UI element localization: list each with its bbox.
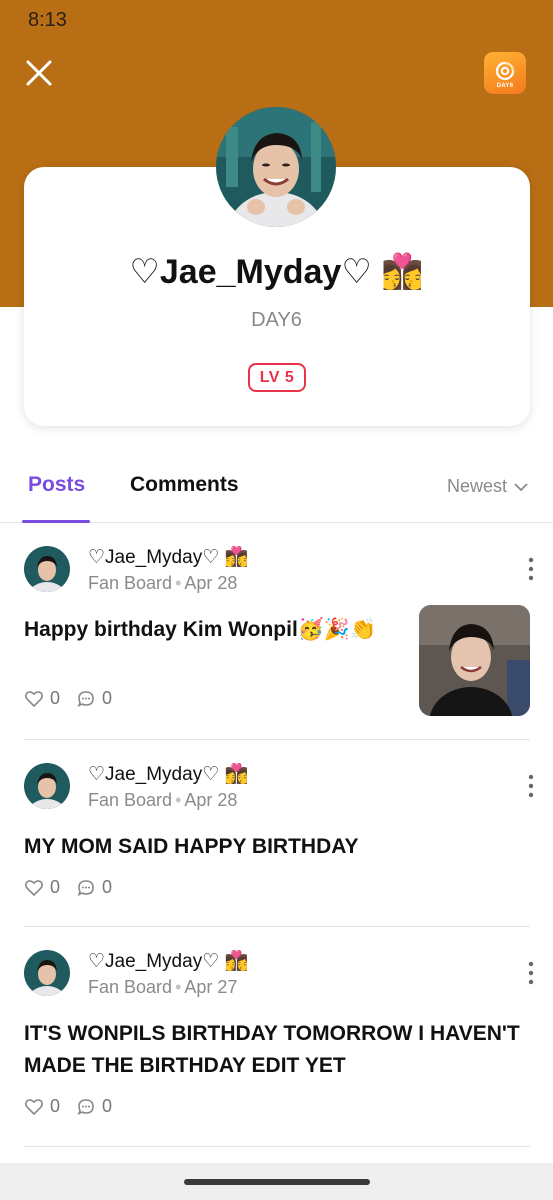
post-board: Fan Board: [88, 790, 173, 810]
post-date: Apr 27: [184, 977, 238, 997]
post-author[interactable]: ♡Jae_Myday♡ 👩‍❤️‍💋‍👩: [88, 545, 248, 569]
post-stats: 0 0: [24, 1096, 128, 1117]
close-icon: [26, 60, 52, 86]
post-item[interactable]: ♡Jae_Myday♡ 👩‍❤️‍💋‍👩 Fan Board • Apr 28 Ha…: [0, 523, 553, 740]
heart-icon: [25, 1098, 43, 1115]
post-thumbnail[interactable]: [419, 605, 530, 716]
post-date: Apr 28: [184, 790, 238, 810]
post-item[interactable]: ♡Jae_Myday♡ 👩‍❤️‍💋‍👩 Fan Board • Apr 27 IT…: [0, 927, 553, 1147]
separator-dot: •: [175, 977, 182, 997]
tab-posts[interactable]: Posts: [28, 473, 85, 497]
comment-count: 0: [102, 877, 113, 897]
home-indicator[interactable]: [184, 1179, 370, 1185]
separator-dot: •: [175, 790, 182, 810]
author-avatar[interactable]: [24, 950, 70, 996]
comment-button[interactable]: 0: [76, 688, 112, 709]
post-meta: Fan Board • Apr 28: [88, 573, 237, 594]
like-count: 0: [50, 1096, 61, 1116]
comment-count: 0: [102, 688, 113, 708]
like-button[interactable]: 0: [24, 1096, 60, 1117]
author-avatar[interactable]: [24, 546, 70, 592]
separator-dot: •: [175, 573, 182, 593]
post-meta: Fan Board • Apr 28: [88, 790, 237, 811]
more-options-icon[interactable]: [521, 557, 541, 581]
post-author[interactable]: ♡Jae_Myday♡ 👩‍❤️‍💋‍👩: [88, 949, 248, 973]
tab-comments[interactable]: Comments: [130, 473, 239, 497]
post-date: Apr 28: [184, 573, 238, 593]
day6-logo-icon: [495, 61, 515, 80]
like-count: 0: [50, 688, 61, 708]
comment-icon: [77, 879, 94, 896]
author-avatar[interactable]: [24, 763, 70, 809]
post-stats: 0 0: [24, 688, 128, 709]
community-app-badge[interactable]: DAY6: [484, 52, 526, 94]
level-badge: LV 5: [248, 363, 306, 392]
comment-button[interactable]: 0: [76, 877, 112, 898]
post-stats: 0 0: [24, 877, 128, 898]
post-board: Fan Board: [88, 573, 173, 593]
comment-icon: [77, 690, 94, 707]
profile-avatar[interactable]: [216, 107, 336, 227]
heart-icon: [25, 879, 43, 896]
sort-dropdown[interactable]: Newest: [447, 476, 529, 497]
post-meta: Fan Board • Apr 27: [88, 977, 237, 998]
status-time: 8:13: [28, 9, 67, 31]
post-item[interactable]: ♡Jae_Myday♡ 👩‍❤️‍💋‍👩 Fan Board • Apr 28 MY…: [0, 740, 553, 927]
comment-count: 0: [102, 1096, 113, 1116]
post-board: Fan Board: [88, 977, 173, 997]
content-tabs: Posts Comments Newest: [0, 455, 553, 523]
like-button[interactable]: 0: [24, 877, 60, 898]
close-button[interactable]: [22, 56, 56, 90]
post-title[interactable]: IT'S WONPILS BIRTHDAY TOMORROW I HAVEN'T…: [24, 1018, 534, 1082]
post-title[interactable]: MY MOM SAID HAPPY BIRTHDAY: [24, 831, 530, 863]
like-count: 0: [50, 877, 61, 897]
comment-icon: [77, 1098, 94, 1115]
like-button[interactable]: 0: [24, 688, 60, 709]
chevron-down-icon: [514, 482, 528, 491]
more-options-icon[interactable]: [521, 961, 541, 985]
profile-name: ♡Jae_Myday♡ 👩‍❤️‍💋‍👩: [129, 253, 424, 291]
sort-label: Newest: [446, 476, 507, 496]
post-divider: [24, 1146, 530, 1147]
profile-group: DAY6: [251, 309, 302, 331]
post-title[interactable]: Happy birthday Kim Wonpil🥳🎉👏: [24, 614, 404, 646]
heart-icon: [25, 690, 43, 707]
post-author[interactable]: ♡Jae_Myday♡ 👩‍❤️‍💋‍👩: [88, 762, 248, 786]
app-badge-text: DAY6: [496, 82, 514, 89]
comment-button[interactable]: 0: [76, 1096, 112, 1117]
more-options-icon[interactable]: [521, 774, 541, 798]
